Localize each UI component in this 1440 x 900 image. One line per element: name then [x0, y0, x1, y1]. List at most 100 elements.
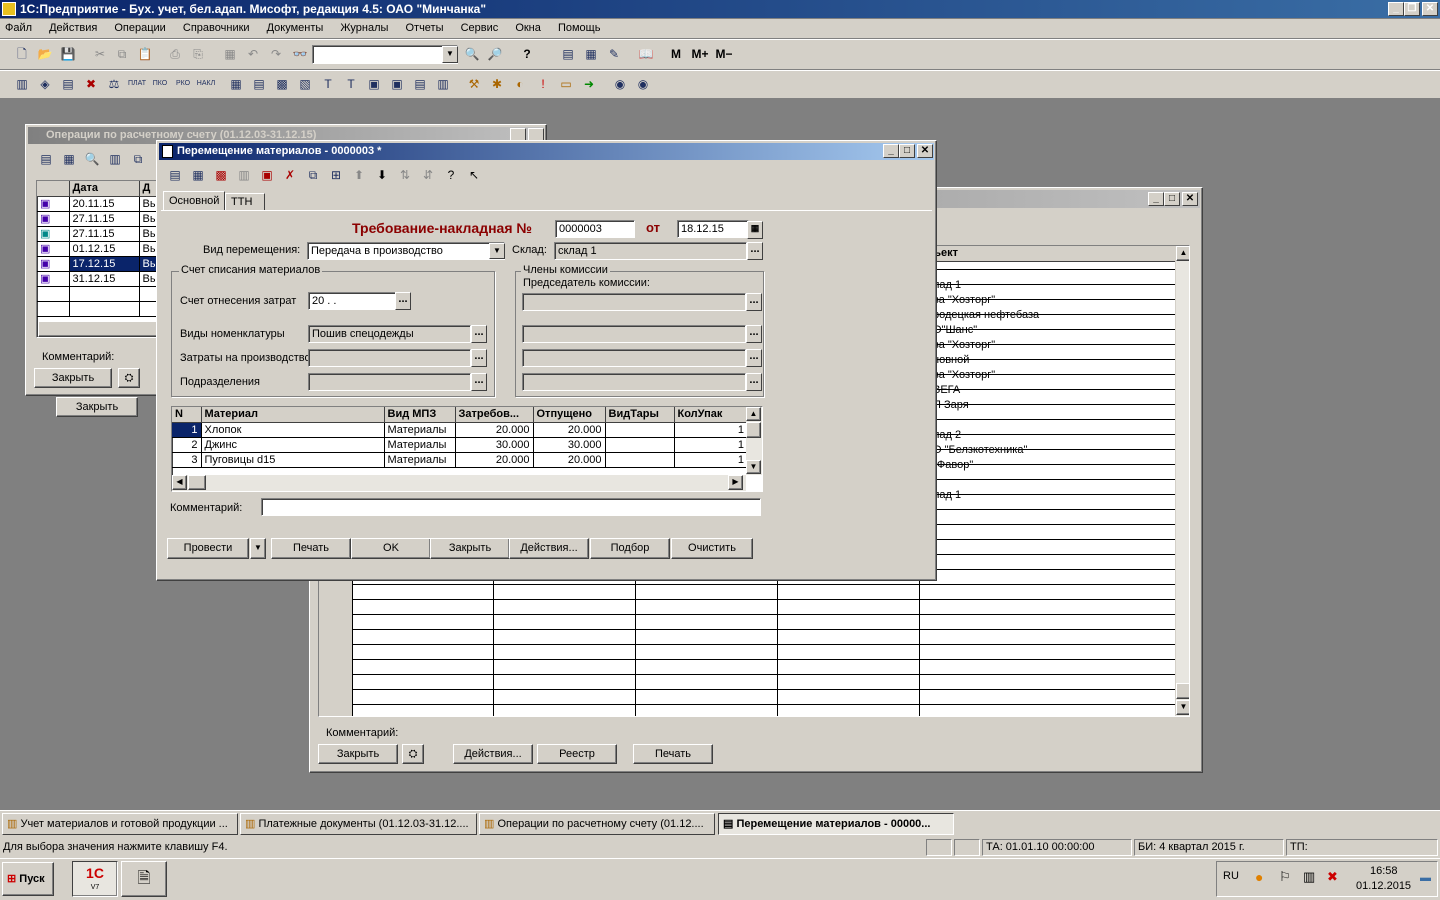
- menu-actions[interactable]: Действия: [49, 22, 97, 34]
- copy-row-icon[interactable]: ▦: [188, 165, 208, 185]
- report-7-icon[interactable]: ▣: [364, 74, 384, 94]
- undo-icon[interactable]: ↶: [243, 44, 263, 64]
- ops-tree-button[interactable]: ⛭: [118, 368, 140, 388]
- window-tab-movement[interactable]: ▤ Перемещение материалов - 00000...: [718, 813, 954, 835]
- dialog-close-button[interactable]: ✕: [917, 144, 933, 158]
- tool-8-icon[interactable]: ◉: [633, 74, 653, 94]
- divisions-select-button[interactable]: ...: [471, 373, 487, 391]
- start-button[interactable]: ⊞ Пуск: [2, 862, 54, 896]
- list-item[interactable]: лад 1: [931, 278, 1175, 293]
- search-combo-dropdown-icon[interactable]: ▼: [442, 46, 458, 63]
- new-icon[interactable]: 🗋: [12, 44, 32, 64]
- close-button[interactable]: ✕: [1422, 2, 1438, 16]
- calendar-icon[interactable]: ▦: [747, 221, 763, 239]
- list-item[interactable]: новной: [931, 353, 1175, 368]
- print-icon[interactable]: ⎙: [165, 44, 185, 64]
- ops-hscroll[interactable]: [38, 321, 160, 337]
- pko-icon[interactable]: ПКО: [149, 74, 171, 94]
- tool-7-icon[interactable]: ◉: [610, 74, 630, 94]
- list-item[interactable]: родецкая нефтебаза: [931, 308, 1175, 323]
- journal-minimize-button[interactable]: _: [1148, 192, 1164, 206]
- list-item[interactable]: лад 2: [931, 428, 1175, 443]
- scroll-down-icon[interactable]: ▼: [1176, 700, 1189, 715]
- cost-account-field[interactable]: 20 . .: [308, 292, 396, 310]
- warehouse-select-button[interactable]: ...: [747, 242, 763, 260]
- calendar-icon[interactable]: ▦: [581, 44, 601, 64]
- doc-date-field[interactable]: 18.12.15: [677, 220, 749, 238]
- find-next-icon[interactable]: 🔍: [462, 44, 482, 64]
- report-4-icon[interactable]: ▧: [295, 74, 315, 94]
- divisions-field[interactable]: [308, 373, 471, 391]
- table-row[interactable]: ▣ 17.12.15 Вы: [37, 256, 159, 272]
- menu-documents[interactable]: Документы: [267, 22, 324, 34]
- window-tab-materials[interactable]: ▥ Учет материалов и готовой продукции ..…: [2, 813, 238, 835]
- tab-main[interactable]: Основной: [163, 191, 225, 211]
- table-scroll-up-icon[interactable]: ▲: [746, 407, 761, 421]
- move-up-icon[interactable]: ⬆: [349, 165, 369, 185]
- report-5-icon[interactable]: T: [318, 74, 338, 94]
- table-row[interactable]: 1 Хлопок Материалы 20.000 20.000 1: [172, 422, 748, 438]
- copy-icon[interactable]: ⧉: [112, 44, 132, 64]
- member-2-select-button[interactable]: ...: [746, 349, 762, 367]
- preview-icon[interactable]: ⎘: [188, 44, 208, 64]
- report-8-icon[interactable]: ▣: [387, 74, 407, 94]
- report-9-icon[interactable]: ▤: [410, 74, 430, 94]
- help-doc-icon[interactable]: ?: [441, 165, 461, 185]
- report-2-icon[interactable]: ▤: [249, 74, 269, 94]
- menu-references[interactable]: Справочники: [183, 22, 250, 34]
- report-3-icon[interactable]: ▩: [272, 74, 292, 94]
- volume-muted-icon[interactable]: ✖: [1327, 869, 1338, 885]
- plat-icon[interactable]: ПЛАТ: [126, 74, 148, 94]
- list-item[interactable]: О"Шанс": [931, 323, 1175, 338]
- tool-1-icon[interactable]: ⚒: [464, 74, 484, 94]
- journal-tree-button[interactable]: ⛭: [402, 744, 424, 764]
- taskbar-doc-app[interactable]: 🗎: [121, 861, 167, 897]
- table-scroll-right-icon[interactable]: ▶: [728, 475, 743, 490]
- network-icon[interactable]: ▥: [1303, 869, 1315, 885]
- member-1-select-button[interactable]: ...: [746, 325, 762, 343]
- table-row[interactable]: 2 Джинс Материалы 30.000 30.000 1: [172, 437, 748, 453]
- window-tab-payments[interactable]: ▥ Платежные документы (01.12.03-31.12...…: [240, 813, 477, 835]
- structure-icon[interactable]: ⧉: [303, 165, 323, 185]
- doc-number-field[interactable]: 0000003: [555, 220, 635, 238]
- cut-icon[interactable]: ✂: [90, 44, 110, 64]
- clock-time[interactable]: 16:58: [1370, 865, 1398, 877]
- menu-file[interactable]: Файл: [5, 22, 32, 34]
- show-desktop-icon[interactable]: ▬: [1420, 872, 1431, 884]
- col-packs[interactable]: КолУпак: [674, 407, 748, 423]
- table-row[interactable]: ▣ 27.11.15 Вы: [37, 211, 159, 227]
- report-6-icon[interactable]: T: [341, 74, 361, 94]
- comment-field[interactable]: [261, 498, 761, 516]
- open-icon[interactable]: 📂: [35, 44, 55, 64]
- find-prev-icon[interactable]: 🔎: [485, 44, 505, 64]
- member-3-field[interactable]: [522, 373, 746, 391]
- ops-new-icon[interactable]: ▤: [36, 149, 56, 169]
- list-item[interactable]: ва "Хозторг": [931, 368, 1175, 383]
- tab-ttn[interactable]: ТТН: [225, 193, 265, 211]
- chart-of-accounts-icon[interactable]: ▥: [12, 74, 32, 94]
- subordinate-icon[interactable]: ⊞: [326, 165, 346, 185]
- menu-journals[interactable]: Журналы: [340, 22, 388, 34]
- journal-registry-button[interactable]: Реестр: [537, 744, 617, 764]
- tool-4-icon[interactable]: !: [533, 74, 553, 94]
- table-scroll-thumb[interactable]: [746, 422, 761, 438]
- clock-date[interactable]: 01.12.2015: [1356, 880, 1411, 892]
- dialog-minimize-button[interactable]: _: [883, 144, 899, 158]
- language-indicator[interactable]: RU: [1223, 870, 1239, 882]
- delete-row-icon[interactable]: ▩: [211, 165, 231, 185]
- list-item[interactable]: ва "Хозторг": [931, 293, 1175, 308]
- ops-find-icon[interactable]: 🔍: [82, 149, 102, 169]
- cost-account-select-button[interactable]: ...: [395, 292, 411, 310]
- col-tara[interactable]: ВидТары: [605, 407, 675, 423]
- ops-close2-button[interactable]: Закрыть: [56, 397, 138, 417]
- journal-col-object[interactable]: ъект: [931, 246, 1175, 262]
- report-10-icon[interactable]: ▥: [433, 74, 453, 94]
- find-icon[interactable]: 👓: [290, 44, 310, 64]
- journal-vscroll[interactable]: ▲ ▼: [1175, 246, 1189, 716]
- print-button[interactable]: Печать: [271, 538, 351, 559]
- tool-2-icon[interactable]: ✱: [487, 74, 507, 94]
- restore-button[interactable]: ❐: [1404, 2, 1420, 16]
- col-requested[interactable]: Затребов...: [455, 407, 534, 423]
- member-2-field[interactable]: [522, 349, 746, 367]
- rko-icon[interactable]: РКО: [172, 74, 194, 94]
